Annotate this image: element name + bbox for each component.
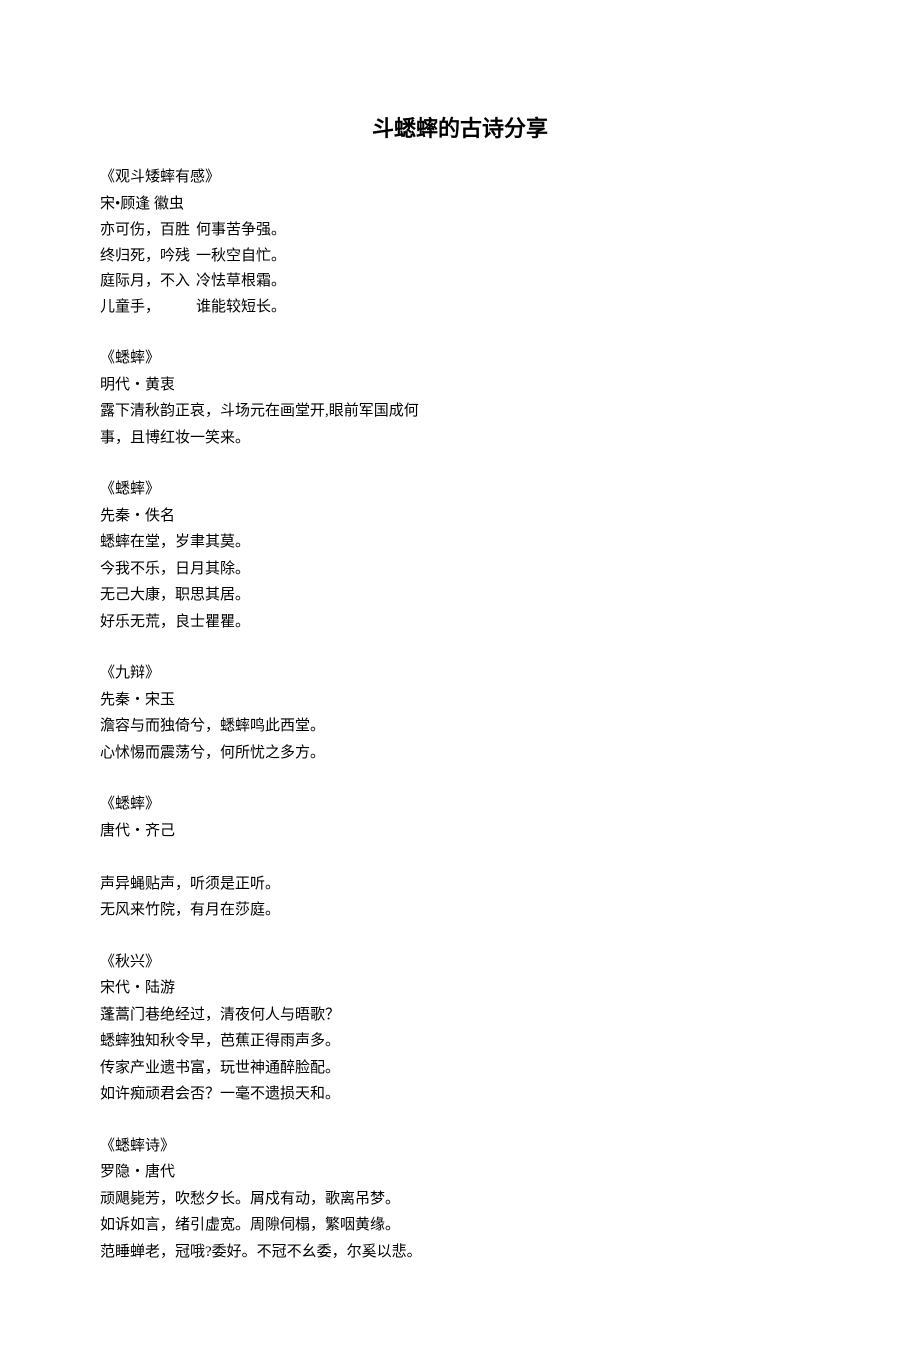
poem-line: 无风来竹院，有月在莎庭。: [100, 898, 820, 924]
poem-line: 露下清秋韵正哀，斗场元在画堂开,眼前军国成何: [100, 399, 820, 425]
poem-line: 今我不乐，日月其除。: [100, 557, 820, 583]
poem-block: 《观斗矮蟀有感》 宋•顾逢 徽虫 亦可伤，百胜 终归死，吟残 庭际月，不入 儿童…: [100, 165, 820, 320]
poem-line: 事，且博红妆一笑来。: [100, 426, 820, 452]
poem-line: [100, 845, 820, 871]
poem-line: 声异蝇贴声，听须是正听。: [100, 872, 820, 898]
poem-line: 亦可伤，百胜: [100, 218, 190, 244]
poem-line: 如诉如言，绪引虚宽。周隙伺榻，繁咽黄缘。: [100, 1213, 820, 1239]
poem-title: 《蟋蟀》: [100, 346, 820, 372]
poem-col-left: 亦可伤，百胜 终归死，吟残 庭际月，不入 儿童手，: [100, 218, 190, 320]
poem-line: 一秋空自忙。: [196, 244, 286, 270]
poem-author: 先秦・宋玉: [100, 688, 820, 714]
poem-line: 心怵惕而震荡兮，何所忧之多方。: [100, 741, 820, 767]
poem-line: 蓬蒿门巷绝经过，清夜何人与晤歌？: [100, 1003, 820, 1029]
poem-line: 范睡蝉老，冠哦?委好。不冠不幺委，尔奚以悲。: [100, 1240, 820, 1266]
poem-line: 蟋蟀在堂，岁聿其莫。: [100, 530, 820, 556]
poem-line: 传家产业遗书富，玩世神通醉脸配。: [100, 1056, 820, 1082]
poem-title: 《蟋蟀诗》: [100, 1134, 820, 1160]
poem-title: 《秋兴》: [100, 950, 820, 976]
poem-body: 亦可伤，百胜 终归死，吟残 庭际月，不入 儿童手， 何事苦争强。 一秋空自忙。 …: [100, 218, 820, 320]
poem-block: 《蟋蟀》 明代・黄衷 露下清秋韵正哀，斗场元在画堂开,眼前军国成何 事，且博红妆…: [100, 346, 820, 451]
page-title: 斗蟋蟀的古诗分享: [100, 110, 820, 147]
poem-line: 终归死，吟残: [100, 244, 190, 270]
poem-block: 《九辩》 先秦・宋玉 澹容与而独倚兮，蟋蟀鸣此西堂。 心怵惕而震荡兮，何所忧之多…: [100, 661, 820, 766]
poem-block: 《蟋蟀》 唐代・齐己 声异蝇贴声，听须是正听。 无风来竹院，有月在莎庭。: [100, 792, 820, 924]
poem-block: 《蟋蟀》 先秦・佚名 蟋蟀在堂，岁聿其莫。 今我不乐，日月其除。 无己大康，职思…: [100, 477, 820, 635]
poem-author: 明代・黄衷: [100, 373, 820, 399]
poem-line: 何事苦争强。: [196, 218, 286, 244]
poem-line: 庭际月，不入: [100, 269, 190, 295]
poem-author: 唐代・齐己: [100, 819, 820, 845]
poem-block: 《蟋蟀诗》 罗隐・唐代 顽飓毙芳，吹愁夕长。屑戍有动，歌离吊梦。 如诉如言，绪引…: [100, 1134, 820, 1266]
poem-author: 罗隐・唐代: [100, 1160, 820, 1186]
poem-line: 谁能较短长。: [196, 295, 286, 321]
poem-line: 冷怯草根霜。: [196, 269, 286, 295]
poem-line: 澹容与而独倚兮，蟋蟀鸣此西堂。: [100, 714, 820, 740]
poem-line: 顽飓毙芳，吹愁夕长。屑戍有动，歌离吊梦。: [100, 1187, 820, 1213]
poem-title: 《蟋蟀》: [100, 792, 820, 818]
poem-author: 先秦・佚名: [100, 504, 820, 530]
poem-line: 好乐无荒，良士瞿瞿。: [100, 610, 820, 636]
poem-title: 《观斗矮蟀有感》: [100, 165, 820, 191]
poem-title: 《蟋蟀》: [100, 477, 820, 503]
poem-block: 《秋兴》 宋代・陆游 蓬蒿门巷绝经过，清夜何人与晤歌？ 蟋蟀独知秋令早，芭蕉正得…: [100, 950, 820, 1108]
poem-title: 《九辩》: [100, 661, 820, 687]
poem-author: 宋•顾逢 徽虫: [100, 192, 820, 218]
poem-line: 蟋蟀独知秋令早，芭蕉正得雨声多。: [100, 1029, 820, 1055]
poem-line: 儿童手，: [100, 295, 190, 321]
poem-line: 无己大康，职思其居。: [100, 583, 820, 609]
poem-author: 宋代・陆游: [100, 976, 820, 1002]
poem-col-right: 何事苦争强。 一秋空自忙。 冷怯草根霜。 谁能较短长。: [196, 218, 286, 320]
poem-line: 如许痴顽君会否？一毫不遗损天和。: [100, 1082, 820, 1108]
